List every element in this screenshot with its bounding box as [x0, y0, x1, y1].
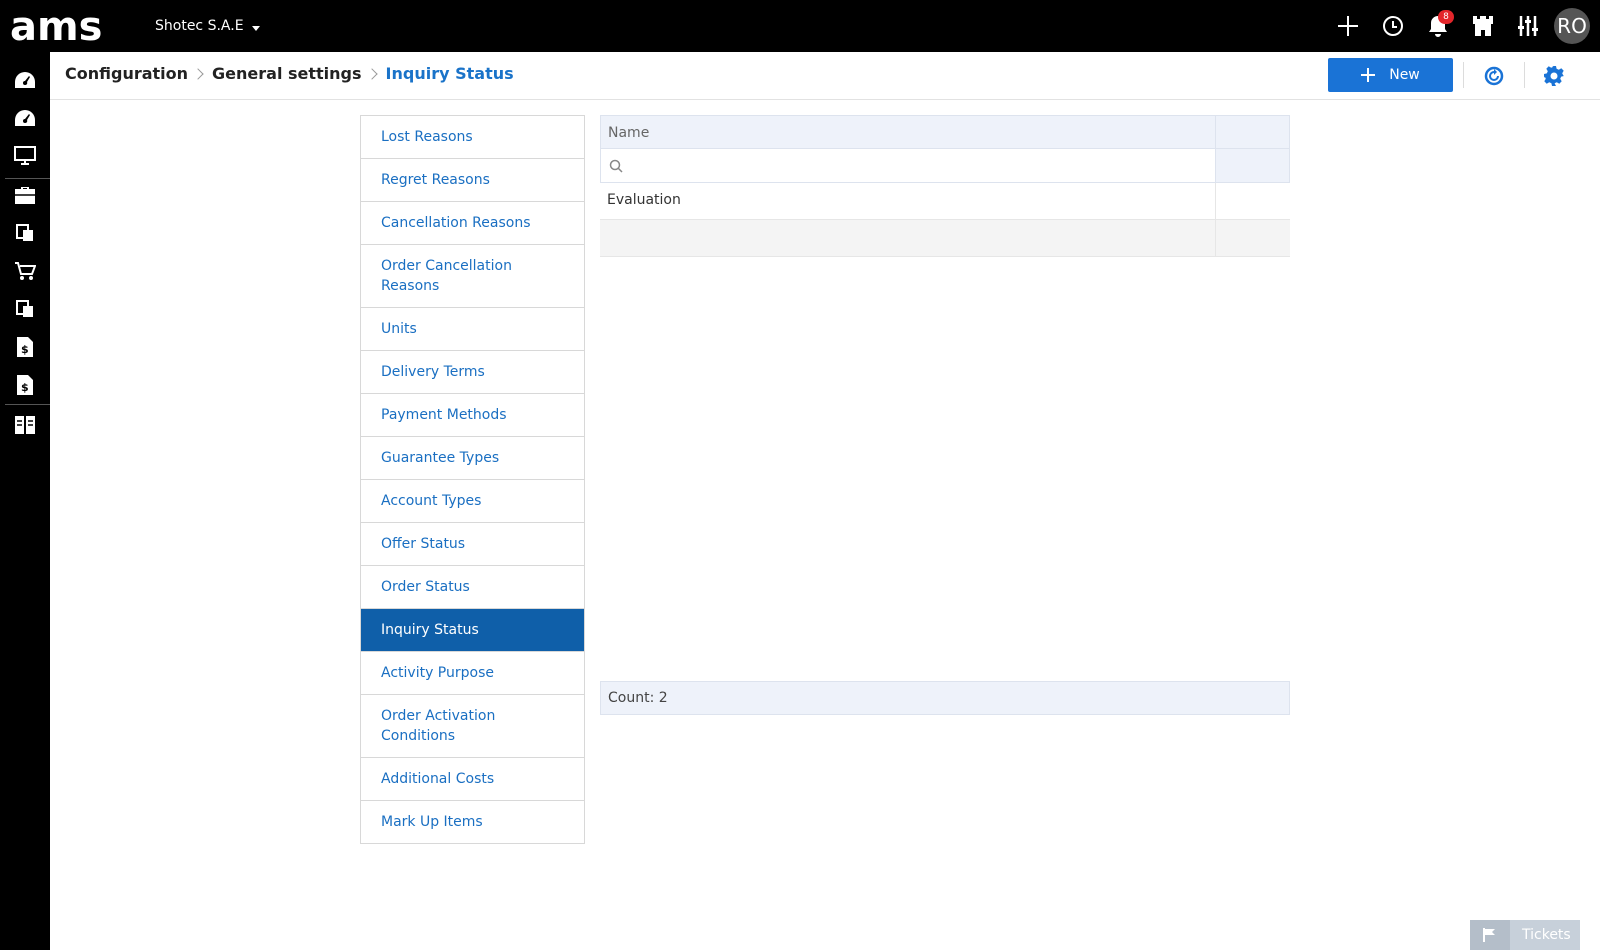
nav-item-order-status[interactable]: Order Status — [361, 566, 584, 609]
refresh-button[interactable] — [1480, 62, 1508, 90]
row-actions-cell — [1216, 183, 1290, 219]
sidebar-item-dashboard-alt[interactable] — [0, 99, 50, 137]
sidebar-item-invoice-alt[interactable]: $ — [0, 366, 50, 404]
grid-header-row: Name — [600, 115, 1290, 149]
column-header-actions — [1216, 116, 1289, 148]
nav-item-additional-costs[interactable]: Additional Costs — [361, 758, 584, 801]
history-button[interactable] — [1370, 0, 1415, 52]
plus-icon — [1361, 68, 1376, 82]
settings-button[interactable] — [1540, 62, 1568, 90]
nav-item-cancellation-reasons[interactable]: Cancellation Reasons — [361, 202, 584, 245]
new-button-label: New — [1389, 67, 1420, 83]
breadcrumb: Configuration General settings Inquiry S… — [65, 64, 514, 83]
cart-icon — [15, 262, 36, 280]
top-bar: ams Shotec S.A.E 8 RO — [0, 0, 1600, 52]
sidebar-item-briefcase[interactable] — [0, 176, 50, 214]
invoice-alt-icon: $ — [17, 375, 33, 395]
tickets-label: Tickets — [1522, 927, 1571, 943]
nav-item-activity-purpose[interactable]: Activity Purpose — [361, 652, 584, 695]
grid-filter-row — [600, 149, 1290, 183]
table-row[interactable] — [600, 220, 1290, 257]
row-name-cell: Evaluation — [600, 183, 1216, 219]
settings-nav: Lost Reasons Regret Reasons Cancellation… — [360, 115, 585, 844]
sidebar-item-documents-alt[interactable] — [0, 290, 50, 328]
column-header-name[interactable]: Name — [601, 116, 1216, 148]
tickets-button[interactable]: Tickets — [1470, 920, 1580, 950]
flag-icon — [1483, 928, 1495, 942]
settings-sliders-button[interactable] — [1505, 0, 1550, 52]
nav-item-account-types[interactable]: Account Types — [361, 480, 584, 523]
nav-item-guarantee-types[interactable]: Guarantee Types — [361, 437, 584, 480]
sidebar-item-reports[interactable] — [0, 406, 50, 444]
nav-item-order-cancellation-reasons[interactable]: Order Cancellation Reasons — [361, 245, 584, 308]
nav-item-payment-methods[interactable]: Payment Methods — [361, 394, 584, 437]
company-selector[interactable]: Shotec S.A.E — [155, 18, 260, 34]
grid-footer-count: Count: 2 — [600, 681, 1290, 715]
inquiry-status-grid: Name Evaluation — [600, 115, 1290, 257]
breadcrumb-general-settings[interactable]: General settings — [212, 64, 362, 83]
reports-icon — [15, 416, 35, 434]
search-icon — [609, 159, 623, 173]
page-header: Configuration General settings Inquiry S… — [50, 52, 1600, 100]
sidebar-item-monitor[interactable] — [0, 137, 50, 175]
nav-item-lost-reasons[interactable]: Lost Reasons — [361, 116, 584, 159]
nav-item-order-activation-conditions[interactable]: Order Activation Conditions — [361, 695, 584, 758]
notification-badge: 8 — [1438, 10, 1454, 24]
plus-icon — [1337, 16, 1358, 36]
breadcrumb-configuration[interactable]: Configuration — [65, 64, 188, 83]
svg-text:$: $ — [21, 381, 29, 394]
user-avatar[interactable]: RO — [1554, 8, 1590, 44]
nav-item-units[interactable]: Units — [361, 308, 584, 351]
name-filter-input[interactable] — [631, 157, 1191, 174]
chevron-down-icon — [251, 25, 260, 31]
company-name: Shotec S.A.E — [155, 18, 244, 34]
briefcase-icon — [15, 187, 35, 204]
breadcrumb-inquiry-status: Inquiry Status — [385, 64, 514, 83]
new-button[interactable]: New — [1328, 58, 1453, 92]
sidebar-divider-2 — [5, 404, 50, 405]
documents-icon — [16, 224, 33, 241]
invoice-icon: $ — [17, 337, 33, 357]
castle-button[interactable] — [1460, 0, 1505, 52]
nav-item-offer-status[interactable]: Offer Status — [361, 523, 584, 566]
svg-text:ams: ams — [10, 6, 102, 46]
monitor-icon — [14, 146, 36, 165]
sidebar-item-invoice[interactable]: $ — [0, 328, 50, 366]
history-icon — [1382, 16, 1403, 36]
svg-text:$: $ — [21, 343, 29, 356]
nav-item-delivery-terms[interactable]: Delivery Terms — [361, 351, 584, 394]
documents-alt-icon — [16, 300, 33, 317]
table-row[interactable]: Evaluation — [600, 183, 1290, 220]
nav-item-inquiry-status[interactable]: Inquiry Status — [361, 609, 584, 652]
chevron-right-icon — [365, 67, 378, 80]
sidebar-item-documents[interactable] — [0, 214, 50, 252]
dashboard-alt-icon — [15, 110, 35, 126]
castle-icon — [1472, 16, 1493, 36]
sidebar-item-cart[interactable] — [0, 252, 50, 290]
add-button[interactable] — [1325, 0, 1370, 52]
header-divider-2 — [1524, 62, 1525, 88]
gear-icon — [1544, 66, 1564, 86]
filter-actions-cell — [1216, 149, 1289, 182]
refresh-icon — [1484, 66, 1504, 86]
row-name-cell — [600, 220, 1216, 256]
row-actions-cell — [1216, 220, 1290, 256]
sidebar-item-dashboard[interactable] — [0, 61, 50, 99]
nav-item-mark-up-items[interactable]: Mark Up Items — [361, 801, 584, 844]
header-divider — [1463, 62, 1464, 88]
nav-item-regret-reasons[interactable]: Regret Reasons — [361, 159, 584, 202]
left-sidebar: $ $ — [0, 52, 50, 950]
dashboard-icon — [15, 72, 35, 88]
notifications-button[interactable]: 8 — [1415, 0, 1460, 52]
chevron-right-icon — [192, 67, 204, 80]
app-logo[interactable]: ams — [10, 6, 130, 46]
sliders-icon — [1517, 16, 1538, 36]
